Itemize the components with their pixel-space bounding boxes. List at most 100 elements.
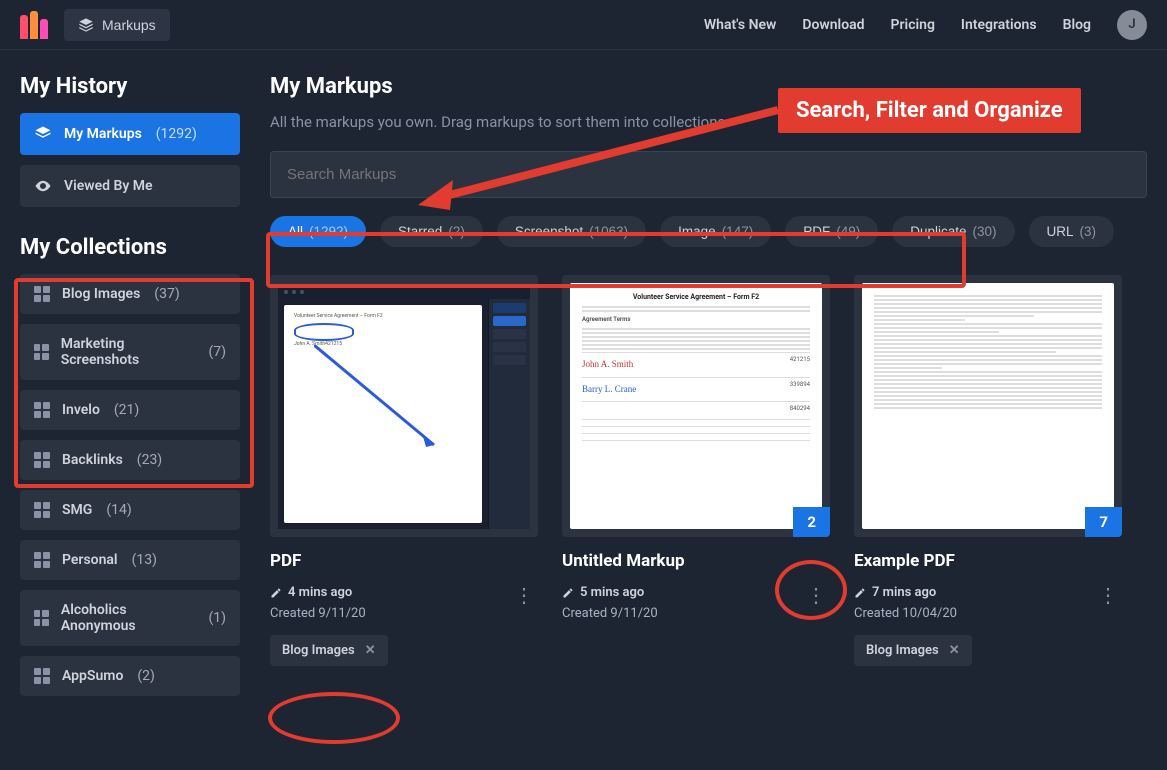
markups-dropdown-button[interactable]: Markups — [64, 9, 170, 41]
filter-url[interactable]: URL (3) — [1029, 216, 1115, 247]
comment-count-badge: 7 — [1085, 507, 1122, 537]
card-tag[interactable]: Blog Images ✕ — [270, 635, 388, 666]
cards-grid: Volunteer Service Agreement – Form F2 Jo… — [270, 275, 1147, 666]
filter-label: PDF — [803, 224, 830, 239]
sidebar-item-label: Alcoholics Anonymous — [61, 602, 195, 634]
sidebar-item-label: AppSumo — [62, 668, 123, 684]
sidebar-item-collection[interactable]: Personal (13) — [20, 540, 240, 580]
sidebar-item-label: Invelo — [62, 402, 100, 418]
sidebar-item-collection[interactable]: AppSumo (2) — [20, 656, 240, 696]
page-title: My Markups — [270, 74, 1147, 99]
card-tag[interactable]: Blog Images ✕ — [854, 635, 972, 666]
comment-count-badge: 2 — [793, 507, 830, 537]
card-menu-button[interactable]: ⋮ — [802, 583, 830, 607]
sidebar-item-collection[interactable]: Blog Images (37) — [20, 274, 240, 314]
tag-remove-icon[interactable]: ✕ — [365, 643, 376, 658]
sidebar-item-collection[interactable]: Backlinks (23) — [20, 440, 240, 480]
sidebar-item-label: SMG — [62, 502, 92, 518]
sidebar-item-collection[interactable]: Marketing Screenshots (7) — [20, 324, 240, 380]
doc-title: Volunteer Service Agreement – Form F2 — [582, 293, 810, 302]
sidebar-item-count: (37) — [154, 286, 179, 302]
eye-icon — [34, 177, 52, 195]
card-title: Untitled Markup — [562, 551, 830, 571]
markups-dropdown-label: Markups — [102, 17, 156, 33]
pencil-icon — [854, 587, 866, 599]
sidebar-item-collection[interactable]: Alcoholics Anonymous (1) — [20, 590, 240, 646]
filter-count: (147) — [722, 224, 754, 239]
card-title: Example PDF — [854, 551, 1122, 571]
sidebar-item-label: Marketing Screenshots — [61, 336, 195, 368]
filter-count: (49) — [836, 224, 860, 239]
avatar[interactable]: J — [1117, 10, 1147, 40]
sidebar-item-count: (14) — [106, 502, 131, 518]
tag-remove-icon[interactable]: ✕ — [949, 643, 960, 658]
filter-label: All — [288, 224, 303, 239]
topnav-links: What's New Download Pricing Integrations… — [704, 10, 1147, 40]
markup-card[interactable]: 7 Example PDF 7 mins ago Created 10/04/2… — [854, 275, 1122, 666]
filter-label: Starred — [398, 224, 442, 239]
card-edited: 7 mins ago — [872, 583, 936, 604]
filter-pdf[interactable]: PDF (49) — [785, 216, 878, 247]
filter-duplicate[interactable]: Duplicate (30) — [892, 216, 1014, 247]
grid-icon — [34, 552, 50, 568]
search-input[interactable] — [270, 151, 1147, 198]
sidebar-item-my-markups[interactable]: My Markups (1292) — [20, 113, 240, 155]
sidebar-item-viewed-by-me[interactable]: Viewed By Me — [20, 165, 240, 207]
sidebar-item-label: My Markups — [64, 126, 142, 142]
sidebar-item-collection[interactable]: Invelo (21) — [20, 390, 240, 430]
card-menu-button[interactable]: ⋮ — [1094, 583, 1122, 607]
grid-icon — [34, 502, 50, 518]
sidebar-item-count: (1) — [208, 610, 226, 626]
card-thumbnail[interactable]: Volunteer Service Agreement – Form F2 Ag… — [562, 275, 830, 537]
layers-icon — [34, 125, 52, 143]
filter-count: (2) — [448, 224, 465, 239]
card-menu-button[interactable]: ⋮ — [510, 583, 538, 607]
sidebar-item-label: Blog Images — [62, 286, 140, 302]
markup-card[interactable]: Volunteer Service Agreement – Form F2 Jo… — [270, 275, 538, 666]
tag-label: Blog Images — [866, 643, 939, 658]
thumbnail-document-preview — [862, 283, 1114, 529]
grid-icon — [34, 610, 49, 626]
main: My Markups All the markups you own. Drag… — [270, 74, 1147, 770]
collections-heading: My Collections — [20, 235, 240, 260]
card-created: Created 9/11/20 — [270, 604, 366, 625]
card-edited: 5 mins ago — [580, 583, 644, 604]
layers-icon — [78, 17, 94, 33]
nav-whats-new[interactable]: What's New — [704, 17, 777, 33]
pencil-icon — [562, 587, 574, 599]
thumbnail-app-preview: Volunteer Service Agreement – Form F2 Jo… — [278, 285, 530, 529]
filter-image[interactable]: Image (147) — [660, 216, 771, 247]
nav-download[interactable]: Download — [802, 17, 864, 33]
filter-all[interactable]: All (1292) — [270, 216, 366, 247]
card-meta: 4 mins ago Created 9/11/20 — [270, 583, 366, 625]
tag-label: Blog Images — [282, 643, 355, 658]
sidebar-item-collection[interactable]: SMG (14) — [20, 490, 240, 530]
filter-starred[interactable]: Starred (2) — [380, 216, 483, 247]
filter-count: (30) — [973, 224, 997, 239]
sidebar-item-label: Viewed By Me — [64, 178, 153, 194]
card-meta: 5 mins ago Created 9/11/20 — [562, 583, 658, 625]
card-edited: 4 mins ago — [288, 583, 352, 604]
grid-icon — [34, 344, 49, 360]
card-meta: 7 mins ago Created 10/04/20 — [854, 583, 957, 625]
card-thumbnail[interactable]: Volunteer Service Agreement – Form F2 Jo… — [270, 275, 538, 537]
grid-icon — [34, 402, 50, 418]
filter-screenshot[interactable]: Screenshot (1063) — [497, 216, 646, 247]
nav-blog[interactable]: Blog — [1063, 17, 1091, 33]
filter-count: (1063) — [589, 224, 628, 239]
sidebar-item-label: Personal — [62, 552, 118, 568]
markup-card[interactable]: Volunteer Service Agreement – Form F2 Ag… — [562, 275, 830, 666]
nav-integrations[interactable]: Integrations — [961, 17, 1037, 33]
app-logo[interactable] — [20, 11, 50, 39]
doc-title: Volunteer Service Agreement – Form F2 — [294, 313, 472, 319]
card-title: PDF — [270, 551, 538, 571]
nav-pricing[interactable]: Pricing — [891, 17, 935, 33]
card-thumbnail[interactable]: 7 — [854, 275, 1122, 537]
grid-icon — [34, 452, 50, 468]
sidebar-item-count: (23) — [137, 452, 162, 468]
grid-icon — [34, 286, 50, 302]
sidebar-item-count: (13) — [132, 552, 157, 568]
filter-bar: All (1292) Starred (2) Screenshot (1063)… — [270, 216, 1147, 247]
filter-count: (3) — [1080, 224, 1097, 239]
sidebar-item-count: (2) — [137, 668, 155, 684]
